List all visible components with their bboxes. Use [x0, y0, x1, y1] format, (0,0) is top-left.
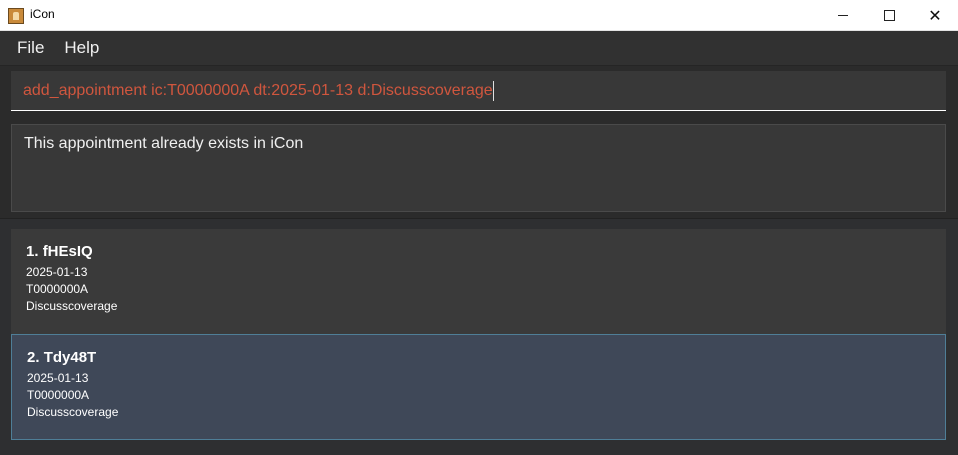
appointment-description: Discusscoverage — [27, 405, 119, 419]
appointment-date: 2025-01-13 — [27, 371, 89, 385]
close-icon: ✕ — [928, 5, 942, 25]
close-button[interactable]: ✕ — [912, 0, 958, 31]
minimize-icon — [838, 15, 848, 16]
command-box-pane: add_appointment ic:T0000000A dt:2025-01-… — [0, 66, 958, 118]
result-display: This appointment already exists in iCon — [11, 124, 946, 212]
appointment-title: 2. Tdy48T — [27, 349, 930, 366]
appointment-name: fHEsIQ — [42, 243, 93, 260]
appointment-list[interactable]: 1. fHEsIQ 2025-01-13 T0000000A Discussco… — [0, 219, 958, 455]
menu-bar: File Help — [0, 31, 958, 66]
appointment-name: Tdy48T — [43, 349, 97, 366]
maximize-button[interactable] — [866, 0, 912, 31]
appointment-ic: T0000000A — [26, 282, 89, 296]
appointment-index: 1. — [26, 243, 39, 260]
appointment-ic: T0000000A — [27, 388, 90, 402]
maximize-icon — [883, 10, 895, 21]
menu-file[interactable]: File — [16, 38, 45, 58]
window-title: iCon — [30, 7, 55, 21]
appointment-index: 2. — [27, 349, 40, 366]
app-icon — [8, 8, 24, 24]
result-message: This appointment already exists in iCon — [24, 135, 304, 152]
appointment-description: Discusscoverage — [26, 299, 118, 313]
command-input[interactable]: add_appointment ic:T0000000A dt:2025-01-… — [11, 71, 946, 111]
minimize-button[interactable] — [820, 0, 866, 31]
result-display-pane: This appointment already exists in iCon — [0, 118, 958, 219]
menu-help[interactable]: Help — [63, 38, 100, 58]
command-text: add_appointment ic:T0000000A dt:2025-01-… — [23, 82, 493, 99]
appointment-date: 2025-01-13 — [26, 265, 88, 279]
appointment-title: 1. fHEsIQ — [26, 243, 931, 260]
appointment-card[interactable]: 1. fHEsIQ 2025-01-13 T0000000A Discussco… — [11, 229, 946, 335]
appointment-card-selected[interactable]: 2. Tdy48T 2025-01-13 T0000000A Discussco… — [11, 334, 946, 440]
window-titlebar: iCon ✕ — [0, 0, 958, 31]
text-caret — [492, 80, 494, 101]
